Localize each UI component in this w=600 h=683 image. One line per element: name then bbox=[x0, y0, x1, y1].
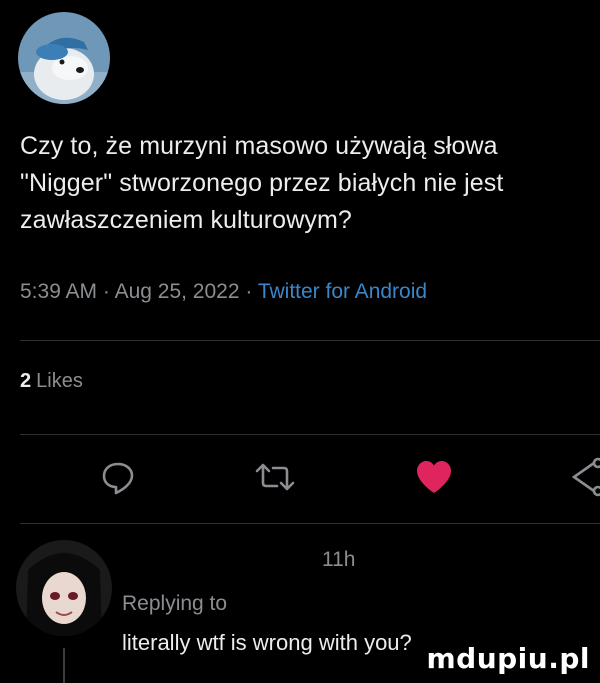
tweet-date: Aug 25, 2022 bbox=[114, 280, 240, 303]
divider bbox=[20, 434, 600, 435]
tweet-source-link[interactable]: Twitter for Android bbox=[258, 280, 427, 303]
tweet-text: Czy to, że murzyni masowo używają słowa … bbox=[20, 132, 504, 234]
heart-filled-icon[interactable] bbox=[413, 457, 455, 497]
thread-line bbox=[63, 648, 65, 683]
likes-number: 2 bbox=[20, 370, 32, 392]
divider bbox=[20, 523, 600, 524]
meta-separator: · bbox=[97, 280, 115, 303]
polar-bear-avatar-image bbox=[18, 12, 110, 104]
meta-separator: · bbox=[239, 280, 258, 303]
retweet-icon[interactable] bbox=[253, 457, 297, 497]
replying-to-label: Replying to bbox=[122, 592, 228, 615]
anime-character-avatar-image bbox=[16, 540, 112, 636]
likes-label: Likes bbox=[36, 370, 83, 392]
reply-author-avatar[interactable] bbox=[16, 540, 112, 636]
tweet-time: 5:39 AM bbox=[20, 280, 98, 303]
tweet-metadata: 5:39 AM · Aug 25, 2022 · Twitter for And… bbox=[20, 280, 427, 304]
site-watermark: mdupiu.pl bbox=[426, 642, 590, 675]
likes-count-link[interactable]: 2 Likes bbox=[20, 370, 83, 393]
share-icon[interactable] bbox=[568, 457, 600, 497]
divider bbox=[20, 340, 600, 341]
reply-timestamp: 11h bbox=[322, 548, 356, 571]
reply-bubble-icon[interactable] bbox=[98, 457, 138, 497]
author-avatar[interactable] bbox=[18, 12, 110, 104]
reply-text: literally wtf is wrong with you? bbox=[122, 630, 412, 655]
